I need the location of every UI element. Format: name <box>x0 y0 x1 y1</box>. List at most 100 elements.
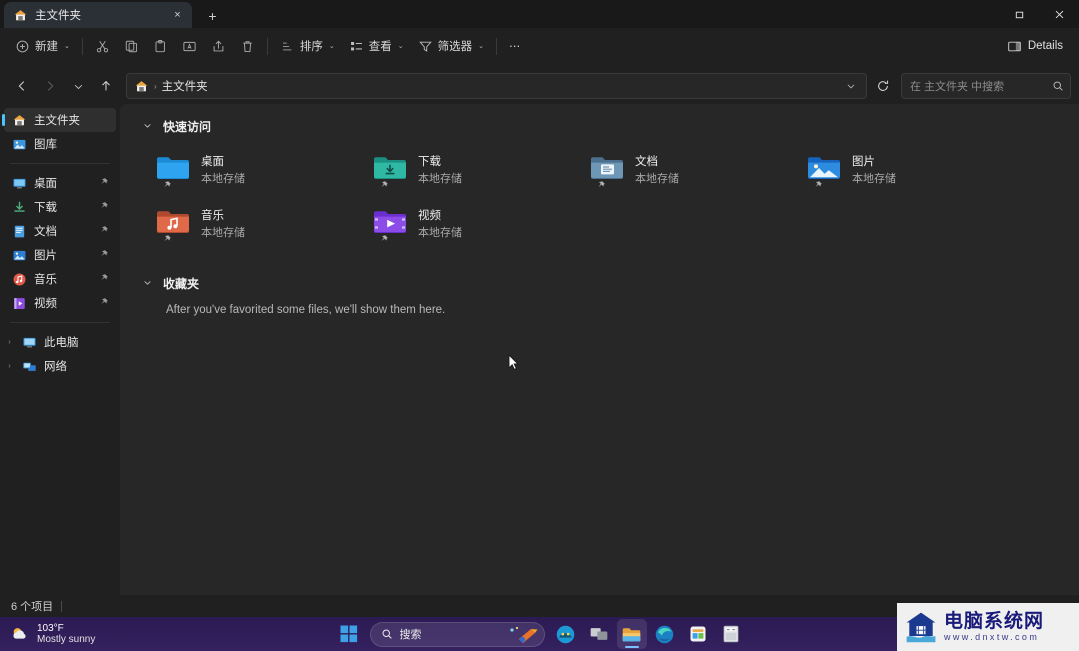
tab-home[interactable]: 主文件夹 × <box>4 2 192 28</box>
paste-button[interactable] <box>146 33 175 59</box>
sidebar-item-network[interactable]: › 网络 <box>4 354 116 378</box>
chevron-down-icon: ⌄ <box>478 43 484 50</box>
new-button[interactable]: 新建 ⌄ <box>8 33 77 59</box>
item-count: 6 个项目 <box>11 601 54 613</box>
address-bar[interactable]: › 主文件夹 <box>126 73 867 99</box>
copy-button[interactable] <box>117 33 146 59</box>
quick-access-header[interactable]: 快速访问 <box>120 104 1079 137</box>
recent-locations-button[interactable] <box>64 72 92 100</box>
chevron-down-icon: ⌄ <box>328 43 335 50</box>
sidebar-item-label: 图库 <box>34 139 57 151</box>
chevron-down-icon[interactable] <box>142 121 153 132</box>
sidebar-item-pictures[interactable]: 图片 <box>4 243 116 267</box>
refresh-button[interactable] <box>869 73 897 99</box>
sidebar-item-desktop[interactable]: 桌面 <box>4 171 116 195</box>
quick-access-item-music[interactable]: 音乐 本地存储 <box>156 199 373 253</box>
favorites-header[interactable]: 收藏夹 <box>120 253 1079 294</box>
item-name: 桌面 <box>201 156 224 168</box>
windows-start-icon[interactable] <box>334 619 364 649</box>
microsoft-store-icon[interactable] <box>683 619 713 649</box>
sidebar-item-downloads[interactable]: 下载 <box>4 195 116 219</box>
view-button[interactable]: 查看 ⌄ <box>342 33 411 59</box>
filter-button[interactable]: 筛选器 ⌄ <box>411 33 491 59</box>
delete-button[interactable] <box>233 33 262 59</box>
quick-access-item-pictures[interactable]: 图片 本地存储 <box>807 145 1024 199</box>
close-icon[interactable] <box>1039 0 1079 28</box>
breadcrumb-separator: › <box>154 81 157 91</box>
sidebar-item-label: 文档 <box>34 226 57 238</box>
quick-access-item-videos[interactable]: 视频 本地存储 <box>373 199 590 253</box>
copilot-icon[interactable] <box>551 619 581 649</box>
taskbar-search-box[interactable]: 搜索 <box>369 621 545 647</box>
navigation-pane[interactable]: 主文件夹 图库 桌面 下载 文档 图片 音乐 视频 › 此电脑 › 网络 <box>0 104 120 595</box>
search-icon[interactable] <box>1052 80 1064 92</box>
quick-access-item-documents[interactable]: 文档 本地存储 <box>590 145 807 199</box>
chevron-right-icon[interactable]: › <box>4 363 15 370</box>
search-illustration-icon <box>509 626 537 643</box>
watermark-logo-icon <box>906 612 936 643</box>
chevron-down-icon[interactable] <box>840 75 862 97</box>
close-icon[interactable]: × <box>169 7 186 24</box>
home-icon <box>13 8 28 23</box>
details-pane-icon <box>1008 41 1021 51</box>
delete-icon <box>243 40 252 52</box>
view-label: 查看 <box>368 41 392 53</box>
details-pane-button[interactable]: Details <box>999 33 1071 59</box>
pin-icon <box>162 180 172 192</box>
sidebar-item-gallery[interactable]: 图库 <box>4 132 116 156</box>
music-icon <box>12 272 27 287</box>
back-button[interactable] <box>8 72 36 100</box>
weather-widget[interactable]: 103°F Mostly sunny <box>0 623 95 646</box>
sidebar-item-home[interactable]: 主文件夹 <box>2 108 116 132</box>
maximize-icon[interactable] <box>999 0 1039 28</box>
new-label: 新建 <box>35 41 58 53</box>
calculator-icon[interactable] <box>716 619 746 649</box>
weather-condition: Mostly sunny <box>37 634 96 645</box>
item-text: 下载 本地存储 <box>418 149 462 186</box>
quick-access-item-downloads[interactable]: 下载 本地存储 <box>373 145 590 199</box>
documents-icon <box>12 224 27 239</box>
sidebar-item-label: 主文件夹 <box>34 115 80 127</box>
folder-videos-icon <box>373 207 407 241</box>
pin-icon <box>813 180 823 192</box>
new-tab-button[interactable]: + <box>199 4 226 28</box>
sidebar-item-videos[interactable]: 视频 <box>4 291 116 315</box>
folder-documents-icon <box>590 153 624 187</box>
section-title: 收藏夹 <box>163 277 200 291</box>
chevron-right-icon[interactable]: › <box>4 339 15 346</box>
item-subtitle: 本地存储 <box>635 173 679 185</box>
item-subtitle: 本地存储 <box>418 173 462 185</box>
share-button[interactable] <box>204 33 233 59</box>
sidebar-item-this-pc[interactable]: › 此电脑 <box>4 330 116 354</box>
paste-icon <box>155 39 165 52</box>
task-view-icon[interactable] <box>584 619 614 649</box>
item-name: 下载 <box>418 156 441 168</box>
item-subtitle: 本地存储 <box>852 173 896 185</box>
sidebar-item-label: 桌面 <box>34 178 57 190</box>
search-icon <box>382 629 392 639</box>
sort-label: 排序 <box>299 41 323 53</box>
search-input[interactable]: 在 主文件夹 中搜索 <box>901 73 1071 99</box>
up-button[interactable] <box>92 72 120 100</box>
weather-temperature: 103°F <box>37 622 64 634</box>
edge-icon[interactable] <box>650 619 680 649</box>
item-subtitle: 本地存储 <box>418 227 462 239</box>
quick-access-item-desktop[interactable]: 桌面 本地存储 <box>156 145 373 199</box>
sidebar-item-documents[interactable]: 文档 <box>4 219 116 243</box>
sidebar-item-label: 下载 <box>34 202 57 214</box>
sort-button[interactable]: 排序 ⌄ <box>273 33 342 59</box>
pin-icon <box>99 249 109 261</box>
rename-button[interactable] <box>175 33 204 59</box>
taskbar-search-label: 搜索 <box>399 629 422 641</box>
chevron-down-icon[interactable] <box>142 278 153 289</box>
breadcrumb[interactable]: 主文件夹 <box>162 78 208 94</box>
overflow-button[interactable]: ⋯ <box>502 33 528 59</box>
sidebar-item-label: 视频 <box>34 298 57 310</box>
downloads-icon <box>12 200 27 215</box>
folder-pictures-icon <box>807 153 841 187</box>
forward-button[interactable] <box>36 72 64 100</box>
file-explorer-icon[interactable] <box>616 619 647 649</box>
sidebar-item-music[interactable]: 音乐 <box>4 267 116 291</box>
cut-button[interactable] <box>88 33 117 59</box>
filter-icon <box>418 41 432 52</box>
